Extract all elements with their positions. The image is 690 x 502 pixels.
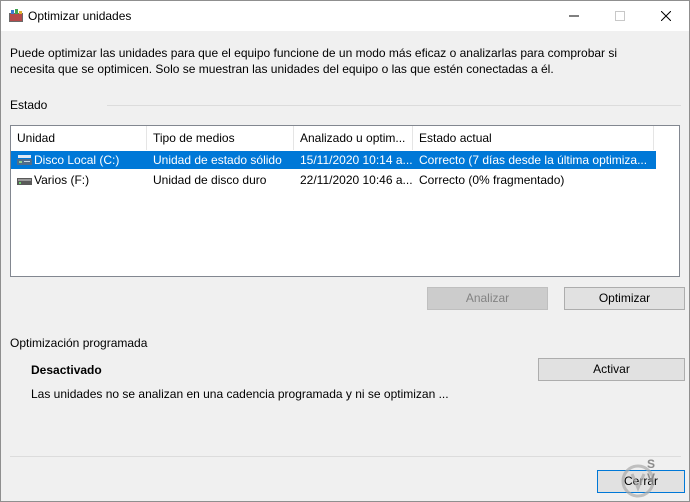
footer-divider [10, 456, 681, 457]
column-header-analizado[interactable]: Analizado u optim... [294, 126, 413, 150]
drives-list-header: Unidad Tipo de medios Analizado u optim.… [11, 126, 656, 150]
drives-list[interactable]: Unidad Tipo de medios Analizado u optim.… [10, 125, 680, 277]
window-title: Optimizar unidades [28, 9, 132, 23]
schedule-description: Las unidades no se analizan en una caden… [31, 387, 449, 401]
programada-section-label: Optimización programada [10, 336, 148, 350]
column-header-tipo[interactable]: Tipo de medios [147, 126, 294, 150]
drive-analizado: 15/11/2020 10:14 a... [300, 153, 413, 167]
column-header-unidad[interactable]: Unidad [11, 126, 147, 150]
title-bar: Optimizar unidades [1, 1, 689, 31]
column-header-estado[interactable]: Estado actual [413, 126, 654, 150]
estado-section-label: Estado [10, 98, 48, 112]
drive-row-f[interactable]: Varios (F:) Unidad de disco duro 22/11/2… [11, 171, 656, 189]
close-icon [661, 11, 671, 21]
drive-unidad: Disco Local (C:) [34, 153, 120, 167]
watermark-line-2: V [647, 471, 656, 485]
drive-estado: Correcto (7 días desde la última optimiz… [419, 153, 648, 167]
minimize-button[interactable] [551, 1, 597, 31]
watermark-line-1: S [647, 457, 656, 471]
drive-unidad: Varios (F:) [34, 173, 90, 187]
optimizar-button[interactable]: Optimizar [564, 287, 685, 310]
maximize-icon [615, 11, 625, 21]
drive-analizado: 22/11/2020 10:46 a... [300, 173, 413, 187]
drive-tipo: Unidad de estado sólido [153, 153, 282, 167]
window-description: Puede optimizar las unidades para que el… [10, 46, 618, 76]
activar-button[interactable]: Activar [538, 358, 685, 381]
maximize-button[interactable] [597, 1, 643, 31]
defrag-app-icon [9, 9, 23, 22]
drive-tipo: Unidad de disco duro [153, 173, 267, 187]
drive-estado: Correcto (0% fragmentado) [419, 173, 565, 187]
close-button[interactable] [643, 1, 689, 31]
schedule-status: Desactivado [31, 363, 102, 377]
minimize-icon [569, 15, 579, 17]
optimize-drives-window: Optimizar unidades Puede optimizar las u… [0, 0, 690, 502]
drive-row-c[interactable]: Disco Local (C:) Unidad de estado sólido… [11, 151, 656, 169]
estado-divider [107, 105, 681, 106]
analizar-button[interactable]: Analizar [427, 287, 548, 310]
watermark-text: S V [647, 457, 655, 485]
